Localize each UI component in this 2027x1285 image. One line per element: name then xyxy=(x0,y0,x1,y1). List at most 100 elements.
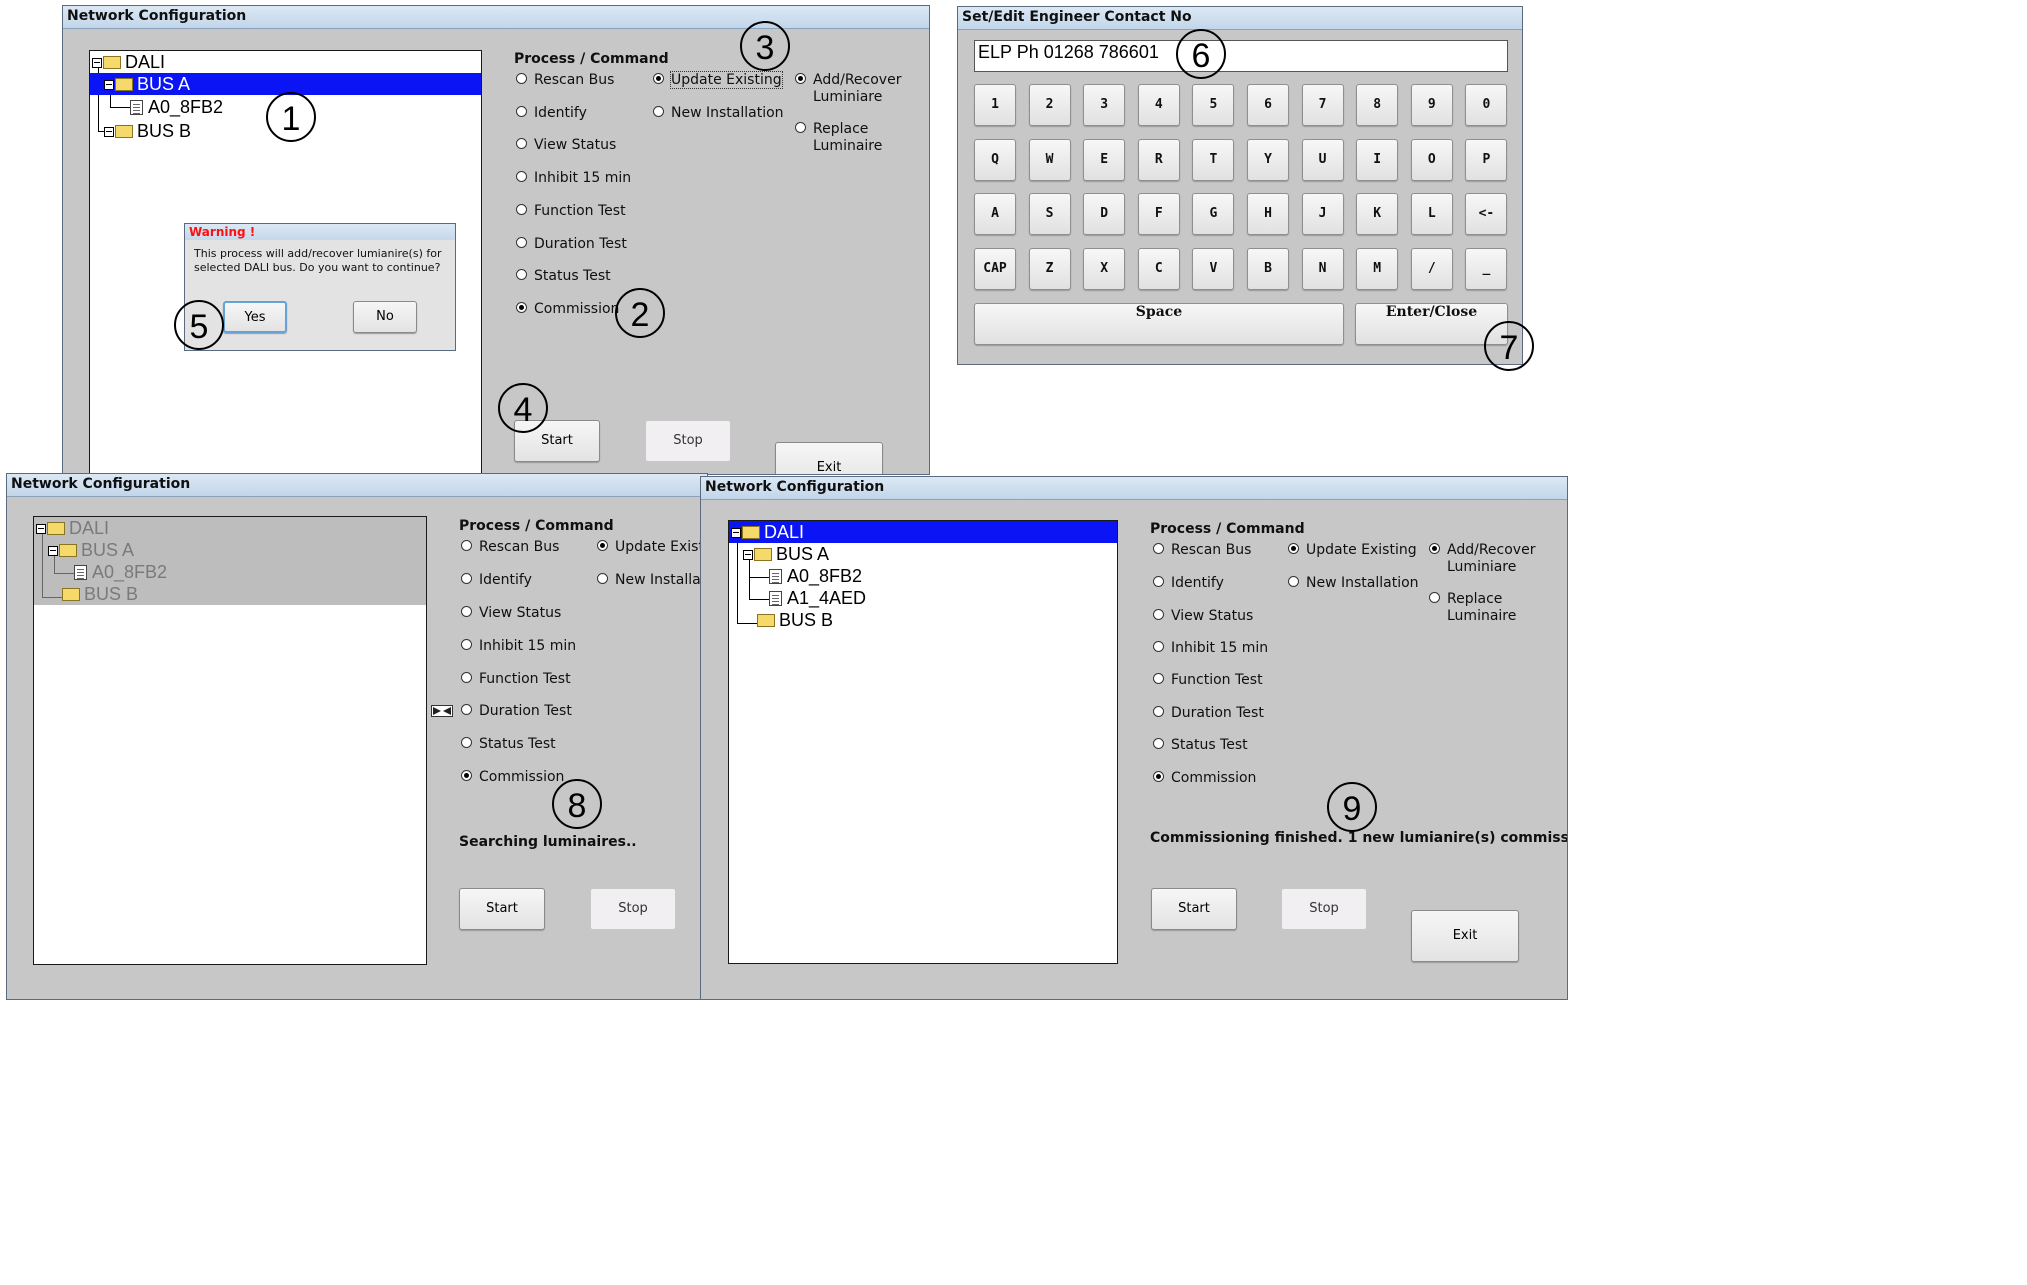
tree-node-dali[interactable]: DALI xyxy=(729,521,1117,543)
radio-duration-test[interactable]: Duration Test xyxy=(1153,705,1264,722)
space-key[interactable]: Space xyxy=(974,303,1344,345)
exit-button[interactable]: Exit xyxy=(1411,910,1519,962)
tree-node-dali[interactable]: DALI xyxy=(92,51,165,73)
radio-status-test[interactable]: Status Test xyxy=(516,268,611,285)
tree-node-a0-8fb2[interactable]: A0_8FB2 xyxy=(74,561,167,583)
radio-commission[interactable]: Commission xyxy=(516,301,619,318)
radio-update-existing[interactable]: Update Existi xyxy=(597,539,707,556)
radio-new-installation[interactable]: New Installati xyxy=(597,572,707,589)
radio-duration-test[interactable]: Duration Test xyxy=(461,703,572,720)
tree-node-dali[interactable]: DALI xyxy=(36,517,109,539)
key-1-2[interactable]: E xyxy=(1083,138,1126,181)
key-3-5[interactable]: B xyxy=(1247,247,1289,290)
key-3-1[interactable]: Z xyxy=(1028,247,1071,290)
tree-node-bus-b[interactable]: BUS B xyxy=(104,120,191,142)
start-button[interactable]: Start xyxy=(459,888,545,930)
key-3-7[interactable]: M xyxy=(1356,247,1399,290)
yes-button[interactable]: Yes xyxy=(223,301,287,333)
stop-button[interactable]: Stop xyxy=(590,888,676,930)
radio-identify[interactable]: Identify xyxy=(461,572,532,589)
exit-button[interactable]: Exit xyxy=(775,442,883,474)
key-1-6[interactable]: U xyxy=(1301,138,1344,181)
key-3-9[interactable]: _ xyxy=(1465,247,1508,290)
key-2-2[interactable]: D xyxy=(1083,193,1126,235)
collapse-icon[interactable] xyxy=(36,524,46,535)
tree-node-a1-4aed[interactable]: A1_4AED xyxy=(769,587,866,609)
key-2-1[interactable]: S xyxy=(1028,193,1071,235)
key-3-8[interactable]: / xyxy=(1410,247,1453,290)
radio-view-status[interactable]: View Status xyxy=(1153,608,1253,625)
key-0-3[interactable]: 4 xyxy=(1137,84,1180,126)
key-2-5[interactable]: H xyxy=(1247,193,1289,235)
radio-function-test[interactable]: Function Test xyxy=(1153,672,1263,689)
key-0-8[interactable]: 9 xyxy=(1410,84,1453,126)
start-button[interactable]: Start xyxy=(1151,888,1237,930)
radio-function-test[interactable]: Function Test xyxy=(461,671,571,688)
key-1-7[interactable]: I xyxy=(1356,138,1399,181)
radio-status-test[interactable]: Status Test xyxy=(461,736,556,753)
radio-view-status[interactable]: View Status xyxy=(461,605,561,622)
radio-inhibit-15-min[interactable]: Inhibit 15 min xyxy=(516,170,631,187)
radio-replace-luminaire[interactable]: Replace Luminaire xyxy=(1429,591,1516,625)
radio-commission[interactable]: Commission xyxy=(1153,770,1256,787)
radio-add-recover-luminiare[interactable]: Add/Recover Luminiare xyxy=(1429,542,1535,576)
radio-status-test[interactable]: Status Test xyxy=(1153,737,1248,754)
key-0-9[interactable]: 0 xyxy=(1465,84,1508,126)
key-2-6[interactable]: J xyxy=(1301,193,1344,235)
key-0-7[interactable]: 8 xyxy=(1356,84,1399,126)
no-button[interactable]: No xyxy=(353,301,417,333)
collapse-icon[interactable] xyxy=(92,58,102,69)
radio-duration-test[interactable]: Duration Test xyxy=(516,236,627,253)
tree-node-bus-b[interactable]: BUS B xyxy=(62,583,138,605)
radio-identify[interactable]: Identify xyxy=(1153,575,1224,592)
tree-node-bus-a[interactable]: BUS A xyxy=(743,543,829,565)
key-1-3[interactable]: R xyxy=(1137,138,1180,181)
radio-rescan-bus[interactable]: Rescan Bus xyxy=(516,72,614,89)
key-0-4[interactable]: 5 xyxy=(1192,84,1235,126)
stop-button[interactable]: Stop xyxy=(645,420,731,462)
radio-replace-luminaire[interactable]: Replace Luminaire xyxy=(795,121,882,155)
radio-inhibit-15-min[interactable]: Inhibit 15 min xyxy=(461,638,576,655)
tree-node-bus-b[interactable]: BUS B xyxy=(757,609,833,631)
radio-identify[interactable]: Identify xyxy=(516,105,587,122)
radio-rescan-bus[interactable]: Rescan Bus xyxy=(461,539,559,556)
radio-new-installation[interactable]: New Installation xyxy=(1288,575,1419,592)
radio-update-existing[interactable]: Update Existing xyxy=(1288,542,1417,559)
radio-function-test[interactable]: Function Test xyxy=(516,203,626,220)
key-1-4[interactable]: T xyxy=(1192,138,1235,181)
network-tree[interactable]: DALI BUS A A0_8FB2 BUS B xyxy=(33,516,427,965)
key-2-8[interactable]: L xyxy=(1410,193,1453,235)
tree-node-a0-8fb2[interactable]: A0_8FB2 xyxy=(130,96,223,118)
key-3-6[interactable]: N xyxy=(1301,247,1344,290)
collapse-icon[interactable] xyxy=(731,528,741,539)
tree-node-bus-a[interactable]: BUS A xyxy=(48,539,134,561)
key-0-5[interactable]: 6 xyxy=(1247,84,1289,126)
key-0-0[interactable]: 1 xyxy=(974,84,1016,126)
contact-number-input[interactable]: ELP Ph 01268 786601 xyxy=(974,40,1508,72)
key-0-6[interactable]: 7 xyxy=(1301,84,1344,126)
key-3-4[interactable]: V xyxy=(1192,247,1235,290)
key-0-2[interactable]: 3 xyxy=(1083,84,1126,126)
stop-button[interactable]: Stop xyxy=(1281,888,1367,930)
radio-commission[interactable]: Commission xyxy=(461,769,564,786)
collapse-icon[interactable] xyxy=(104,80,114,91)
key-2-9[interactable]: <- xyxy=(1465,193,1508,235)
radio-view-status[interactable]: View Status xyxy=(516,137,616,154)
key-2-3[interactable]: F xyxy=(1137,193,1180,235)
key-3-2[interactable]: X xyxy=(1083,247,1126,290)
key-3-0[interactable]: CAP xyxy=(974,247,1016,290)
key-3-3[interactable]: C xyxy=(1137,247,1180,290)
radio-update-existing[interactable]: Update Existing xyxy=(653,71,783,89)
network-tree[interactable]: DALI BUS A A0_8FB2 A1_4AED BUS B xyxy=(728,520,1118,964)
tree-node-a0-8fb2[interactable]: A0_8FB2 xyxy=(769,565,862,587)
key-1-0[interactable]: Q xyxy=(974,138,1016,181)
key-1-1[interactable]: W xyxy=(1028,138,1071,181)
radio-new-installation[interactable]: New Installation xyxy=(653,105,784,122)
collapse-icon[interactable] xyxy=(743,550,753,561)
key-1-5[interactable]: Y xyxy=(1247,138,1289,181)
key-2-7[interactable]: K xyxy=(1356,193,1399,235)
collapse-icon[interactable] xyxy=(48,546,58,557)
collapse-icon[interactable] xyxy=(104,127,114,138)
radio-inhibit-15-min[interactable]: Inhibit 15 min xyxy=(1153,640,1268,657)
radio-rescan-bus[interactable]: Rescan Bus xyxy=(1153,542,1251,559)
